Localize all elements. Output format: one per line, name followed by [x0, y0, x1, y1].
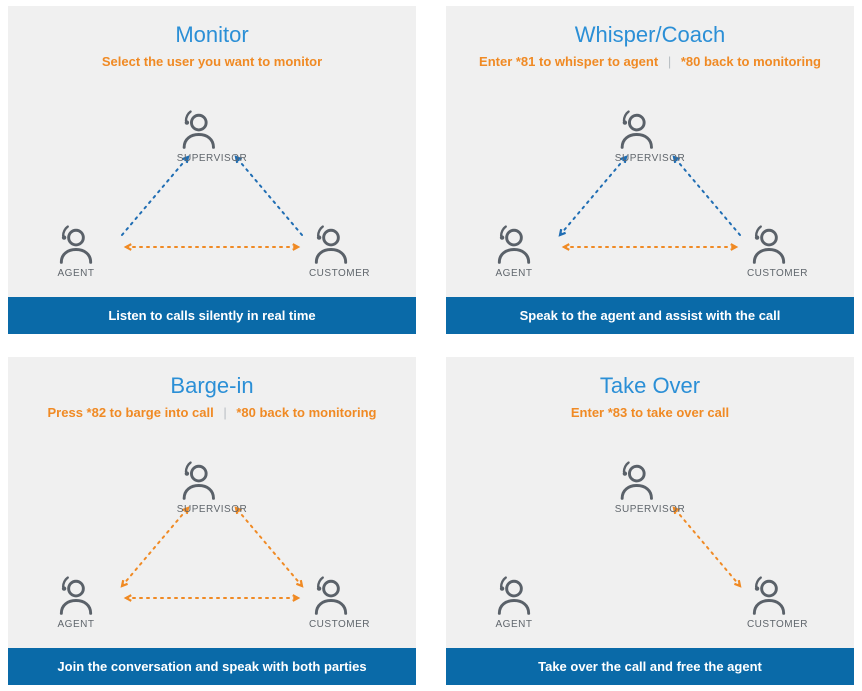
diagram: SUPERVISOR AGENT CUSTOMER [446, 458, 854, 648]
headset-person-icon [177, 458, 221, 502]
headset-person-icon [747, 573, 791, 617]
headset-person-icon [54, 573, 98, 617]
card-footer: Listen to calls silently in real time [8, 297, 416, 334]
diagram: SUPERVISOR AGENT CUSTOMER [8, 107, 416, 297]
role-label: SUPERVISOR [177, 153, 247, 164]
card-subtitle: Select the user you want to monitor [18, 54, 406, 69]
subtitle-part-b: *80 back to monitoring [236, 405, 376, 420]
subtitle-part-b: *80 back to monitoring [681, 54, 821, 69]
headset-person-icon [177, 107, 221, 151]
card-body: Whisper/Coach Enter *81 to whisper to ag… [446, 6, 854, 297]
subtitle-part-a: Enter *81 to whisper to agent [479, 54, 658, 69]
role-label: CUSTOMER [309, 619, 370, 630]
subtitle-sep: | [217, 405, 232, 420]
card-monitor: Monitor Select the user you want to moni… [8, 6, 416, 334]
card-title: Barge-in [18, 373, 406, 399]
card-footer: Take over the call and free the agent [446, 648, 854, 685]
card-title: Whisper/Coach [456, 22, 844, 48]
subtitle-part-a: Select the user you want to monitor [102, 54, 322, 69]
headset-person-icon [309, 573, 353, 617]
headset-person-icon [492, 573, 536, 617]
card-whisper: Whisper/Coach Enter *81 to whisper to ag… [446, 6, 854, 334]
subtitle-part-a: Enter *83 to take over call [571, 405, 729, 420]
headset-person-icon [309, 222, 353, 266]
card-body: Monitor Select the user you want to moni… [8, 6, 416, 297]
card-footer: Speak to the agent and assist with the c… [446, 297, 854, 334]
headset-person-icon [492, 222, 536, 266]
card-grid: Monitor Select the user you want to moni… [0, 0, 862, 691]
card-takeover: Take Over Enter *83 to take over call SU… [446, 357, 854, 685]
role-customer: CUSTOMER [309, 573, 370, 630]
role-customer: CUSTOMER [309, 222, 370, 279]
card-body: Take Over Enter *83 to take over call SU… [446, 357, 854, 648]
headset-person-icon [54, 222, 98, 266]
role-supervisor: SUPERVISOR [177, 107, 247, 164]
role-label: AGENT [54, 268, 98, 279]
role-agent: AGENT [492, 222, 536, 279]
role-supervisor: SUPERVISOR [615, 458, 685, 515]
subtitle-part-a: Press *82 to barge into call [48, 405, 214, 420]
role-label: AGENT [492, 268, 536, 279]
role-label: CUSTOMER [747, 268, 808, 279]
card-footer: Join the conversation and speak with bot… [8, 648, 416, 685]
card-subtitle: Enter *83 to take over call [456, 405, 844, 420]
card-title: Monitor [18, 22, 406, 48]
headset-person-icon [615, 458, 659, 502]
diagram: SUPERVISOR AGENT CUSTOMER [446, 107, 854, 297]
card-subtitle: Press *82 to barge into call | *80 back … [18, 405, 406, 420]
role-agent: AGENT [492, 573, 536, 630]
card-barge: Barge-in Press *82 to barge into call | … [8, 357, 416, 685]
card-body: Barge-in Press *82 to barge into call | … [8, 357, 416, 648]
role-supervisor: SUPERVISOR [177, 458, 247, 515]
diagram: SUPERVISOR AGENT CUSTOMER [8, 458, 416, 648]
card-subtitle: Enter *81 to whisper to agent | *80 back… [456, 54, 844, 69]
card-title: Take Over [456, 373, 844, 399]
role-label: SUPERVISOR [177, 504, 247, 515]
role-customer: CUSTOMER [747, 222, 808, 279]
role-label: SUPERVISOR [615, 504, 685, 515]
subtitle-sep: | [662, 54, 677, 69]
role-label: AGENT [54, 619, 98, 630]
role-label: CUSTOMER [309, 268, 370, 279]
role-supervisor: SUPERVISOR [615, 107, 685, 164]
headset-person-icon [747, 222, 791, 266]
headset-person-icon [615, 107, 659, 151]
role-label: AGENT [492, 619, 536, 630]
role-agent: AGENT [54, 222, 98, 279]
role-agent: AGENT [54, 573, 98, 630]
role-label: CUSTOMER [747, 619, 808, 630]
role-customer: CUSTOMER [747, 573, 808, 630]
role-label: SUPERVISOR [615, 153, 685, 164]
